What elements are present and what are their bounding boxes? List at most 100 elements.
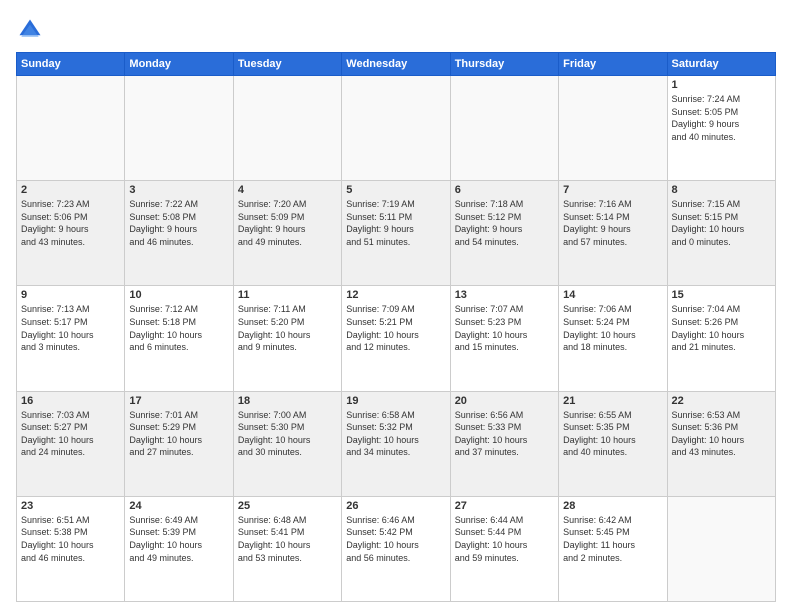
day-info: Sunrise: 7:22 AM Sunset: 5:08 PM Dayligh… [129,198,228,248]
calendar-header-tuesday: Tuesday [233,53,341,76]
day-number: 10 [129,289,228,301]
day-info: Sunrise: 6:44 AM Sunset: 5:44 PM Dayligh… [455,514,554,564]
day-number: 26 [346,500,445,512]
page: SundayMondayTuesdayWednesdayThursdayFrid… [0,0,792,612]
calendar-cell: 27 Sunrise: 6:44 AM Sunset: 5:44 PM Dayli… [450,496,558,601]
day-number: 7 [563,184,662,196]
day-info: Sunrise: 7:15 AM Sunset: 5:15 PM Dayligh… [672,198,771,248]
calendar-cell: 15 Sunrise: 7:04 AM Sunset: 5:26 PM Dayli… [667,286,775,391]
day-number: 23 [21,500,120,512]
day-number: 4 [238,184,337,196]
calendar-cell [559,76,667,181]
day-info: Sunrise: 7:24 AM Sunset: 5:05 PM Dayligh… [672,93,771,143]
day-number: 25 [238,500,337,512]
calendar-week-row: 16 Sunrise: 7:03 AM Sunset: 5:27 PM Dayli… [17,391,776,496]
calendar-cell: 8 Sunrise: 7:15 AM Sunset: 5:15 PM Daylig… [667,181,775,286]
day-info: Sunrise: 7:18 AM Sunset: 5:12 PM Dayligh… [455,198,554,248]
day-number: 21 [563,395,662,407]
calendar-cell [17,76,125,181]
day-info: Sunrise: 6:46 AM Sunset: 5:42 PM Dayligh… [346,514,445,564]
header [16,16,776,44]
calendar-cell: 18 Sunrise: 7:00 AM Sunset: 5:30 PM Dayli… [233,391,341,496]
logo-icon [16,16,44,44]
calendar-cell: 9 Sunrise: 7:13 AM Sunset: 5:17 PM Daylig… [17,286,125,391]
calendar-header-thursday: Thursday [450,53,558,76]
day-info: Sunrise: 6:42 AM Sunset: 5:45 PM Dayligh… [563,514,662,564]
calendar-week-row: 1 Sunrise: 7:24 AM Sunset: 5:05 PM Daylig… [17,76,776,181]
day-info: Sunrise: 6:58 AM Sunset: 5:32 PM Dayligh… [346,409,445,459]
calendar-cell: 1 Sunrise: 7:24 AM Sunset: 5:05 PM Daylig… [667,76,775,181]
day-number: 8 [672,184,771,196]
day-info: Sunrise: 7:06 AM Sunset: 5:24 PM Dayligh… [563,303,662,353]
day-number: 17 [129,395,228,407]
day-info: Sunrise: 7:23 AM Sunset: 5:06 PM Dayligh… [21,198,120,248]
calendar-cell: 3Sunrise: 7:22 AM Sunset: 5:08 PM Daylig… [125,181,233,286]
calendar-cell [233,76,341,181]
day-info: Sunrise: 7:01 AM Sunset: 5:29 PM Dayligh… [129,409,228,459]
calendar-cell: 16 Sunrise: 7:03 AM Sunset: 5:27 PM Dayli… [17,391,125,496]
calendar-header-sunday: Sunday [17,53,125,76]
day-number: 15 [672,289,771,301]
calendar-week-row: 2 Sunrise: 7:23 AM Sunset: 5:06 PM Daylig… [17,181,776,286]
day-number: 20 [455,395,554,407]
calendar-cell: 13Sunrise: 7:07 AM Sunset: 5:23 PM Dayli… [450,286,558,391]
day-info: Sunrise: 7:13 AM Sunset: 5:17 PM Dayligh… [21,303,120,353]
calendar-cell: 21Sunrise: 6:55 AM Sunset: 5:35 PM Dayli… [559,391,667,496]
day-number: 11 [238,289,337,301]
calendar-table: SundayMondayTuesdayWednesdayThursdayFrid… [16,52,776,602]
day-number: 5 [346,184,445,196]
day-info: Sunrise: 7:12 AM Sunset: 5:18 PM Dayligh… [129,303,228,353]
calendar-cell [342,76,450,181]
calendar-header-friday: Friday [559,53,667,76]
calendar-cell: 25 Sunrise: 6:48 AM Sunset: 5:41 PM Dayli… [233,496,341,601]
calendar-cell: 19 Sunrise: 6:58 AM Sunset: 5:32 PM Dayli… [342,391,450,496]
calendar-cell: 26 Sunrise: 6:46 AM Sunset: 5:42 PM Dayli… [342,496,450,601]
day-number: 27 [455,500,554,512]
day-number: 9 [21,289,120,301]
calendar-header-saturday: Saturday [667,53,775,76]
calendar-header-monday: Monday [125,53,233,76]
day-number: 18 [238,395,337,407]
calendar-cell: 28 Sunrise: 6:42 AM Sunset: 5:45 PM Dayli… [559,496,667,601]
calendar-header-row: SundayMondayTuesdayWednesdayThursdayFrid… [17,53,776,76]
day-number: 22 [672,395,771,407]
day-number: 19 [346,395,445,407]
day-number: 6 [455,184,554,196]
calendar-cell: 11 Sunrise: 7:11 AM Sunset: 5:20 PM Dayli… [233,286,341,391]
calendar-cell: 5 Sunrise: 7:19 AM Sunset: 5:11 PM Daylig… [342,181,450,286]
calendar-cell: 24Sunrise: 6:49 AM Sunset: 5:39 PM Dayli… [125,496,233,601]
calendar-cell: 12 Sunrise: 7:09 AM Sunset: 5:21 PM Dayli… [342,286,450,391]
calendar-cell: 22 Sunrise: 6:53 AM Sunset: 5:36 PM Dayli… [667,391,775,496]
day-info: Sunrise: 7:07 AM Sunset: 5:23 PM Dayligh… [455,303,554,353]
day-info: Sunrise: 7:03 AM Sunset: 5:27 PM Dayligh… [21,409,120,459]
calendar-cell [667,496,775,601]
day-number: 12 [346,289,445,301]
day-number: 1 [672,79,771,91]
calendar-cell: 6 Sunrise: 7:18 AM Sunset: 5:12 PM Daylig… [450,181,558,286]
day-info: Sunrise: 7:00 AM Sunset: 5:30 PM Dayligh… [238,409,337,459]
calendar-cell: 2 Sunrise: 7:23 AM Sunset: 5:06 PM Daylig… [17,181,125,286]
calendar-cell [450,76,558,181]
day-info: Sunrise: 6:49 AM Sunset: 5:39 PM Dayligh… [129,514,228,564]
day-info: Sunrise: 7:20 AM Sunset: 5:09 PM Dayligh… [238,198,337,248]
calendar-cell: 20 Sunrise: 6:56 AM Sunset: 5:33 PM Dayli… [450,391,558,496]
day-info: Sunrise: 6:56 AM Sunset: 5:33 PM Dayligh… [455,409,554,459]
logo [16,16,48,44]
calendar-cell [125,76,233,181]
day-info: Sunrise: 7:04 AM Sunset: 5:26 PM Dayligh… [672,303,771,353]
day-info: Sunrise: 7:09 AM Sunset: 5:21 PM Dayligh… [346,303,445,353]
day-info: Sunrise: 7:16 AM Sunset: 5:14 PM Dayligh… [563,198,662,248]
day-info: Sunrise: 7:19 AM Sunset: 5:11 PM Dayligh… [346,198,445,248]
day-info: Sunrise: 6:53 AM Sunset: 5:36 PM Dayligh… [672,409,771,459]
day-number: 2 [21,184,120,196]
day-info: Sunrise: 7:11 AM Sunset: 5:20 PM Dayligh… [238,303,337,353]
calendar-cell: 17 Sunrise: 7:01 AM Sunset: 5:29 PM Dayli… [125,391,233,496]
calendar-week-row: 23 Sunrise: 6:51 AM Sunset: 5:38 PM Dayli… [17,496,776,601]
calendar-cell: 23 Sunrise: 6:51 AM Sunset: 5:38 PM Dayli… [17,496,125,601]
day-info: Sunrise: 6:48 AM Sunset: 5:41 PM Dayligh… [238,514,337,564]
calendar-header-wednesday: Wednesday [342,53,450,76]
calendar-cell: 10 Sunrise: 7:12 AM Sunset: 5:18 PM Dayli… [125,286,233,391]
day-info: Sunrise: 6:51 AM Sunset: 5:38 PM Dayligh… [21,514,120,564]
day-number: 16 [21,395,120,407]
day-number: 28 [563,500,662,512]
